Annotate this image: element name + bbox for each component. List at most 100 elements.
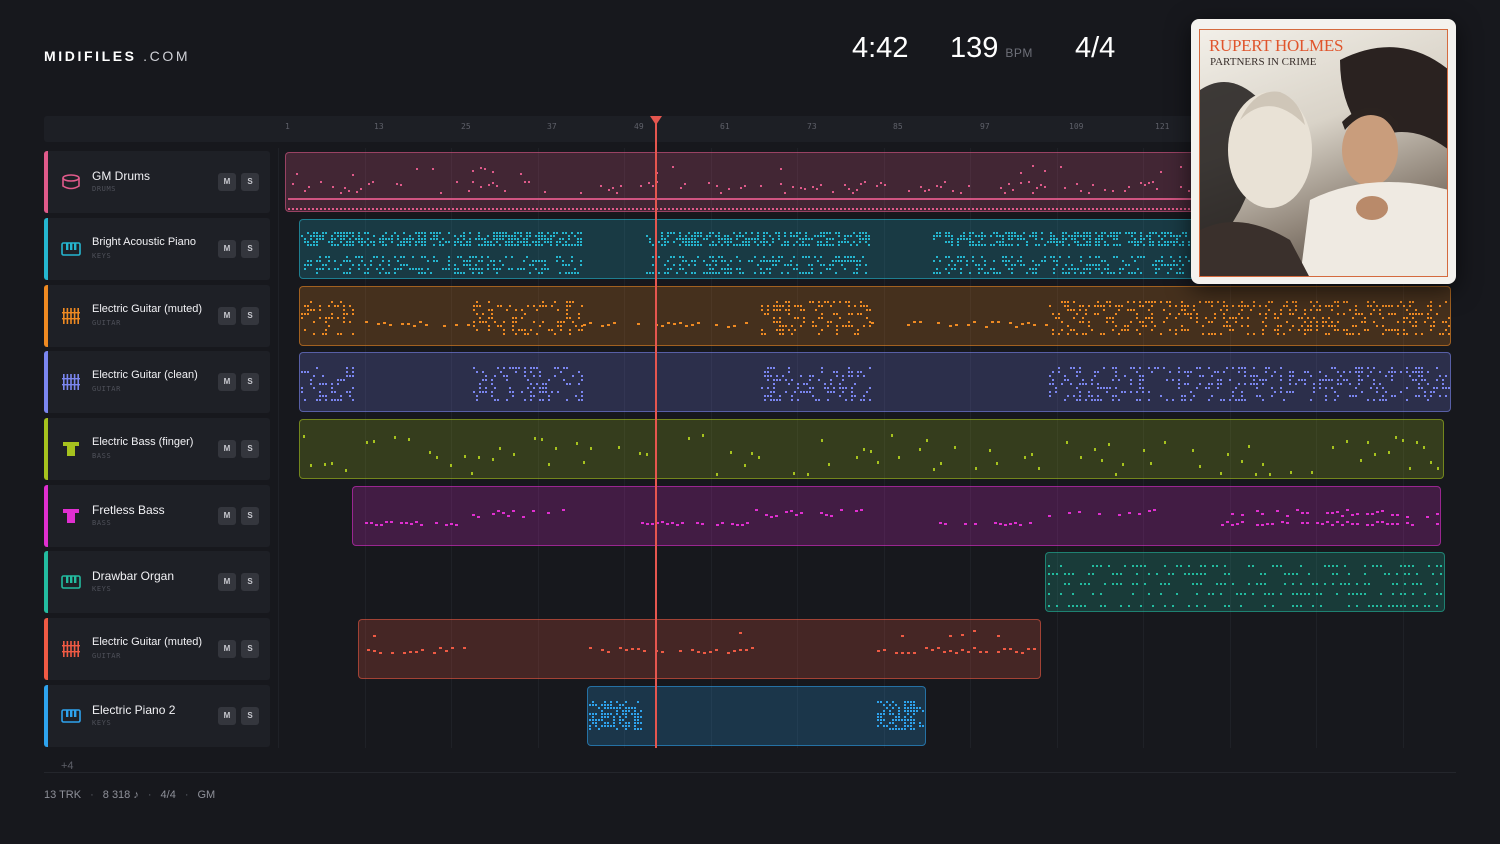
track-header[interactable]: Electric Piano 2 KEYS M S <box>44 685 270 747</box>
track-color-stripe <box>44 551 48 613</box>
footer-separator: · <box>184 789 189 801</box>
note-pattern <box>301 367 1450 401</box>
mute-button[interactable]: M <box>218 507 236 525</box>
piano-keys-icon <box>61 706 81 726</box>
note-pattern <box>303 434 1439 476</box>
tempo-unit: BPM <box>1005 46 1033 60</box>
track-header[interactable]: Fretless Bass BASS M S <box>44 485 270 547</box>
track-name: Electric Guitar (muted) <box>92 636 203 648</box>
note-pattern <box>589 701 924 730</box>
ruler-tick-label: 37 <box>547 122 557 131</box>
track-category: KEYS <box>92 585 112 593</box>
bar-grid-line <box>278 148 279 748</box>
solo-button[interactable]: S <box>241 507 259 525</box>
track-header[interactable]: Drawbar Organ KEYS M S <box>44 551 270 613</box>
album-title: PARTNERS IN CRIME <box>1210 56 1317 68</box>
track-category: BASS <box>92 519 112 527</box>
playhead-marker[interactable] <box>650 116 662 125</box>
note-pattern <box>1048 565 1442 607</box>
track-name: Electric Guitar (muted) <box>92 303 203 315</box>
ruler-tick-label: 13 <box>374 122 384 131</box>
album-cover: RUPERT HOLMES PARTNERS IN CRIME <box>1191 19 1456 284</box>
ruler-tick-label: 85 <box>893 122 903 131</box>
track-name: Electric Bass (finger) <box>92 436 194 448</box>
footer-divider <box>44 772 1456 773</box>
track-color-stripe <box>44 218 48 280</box>
track-name: Bright Acoustic Piano <box>92 236 196 248</box>
track-header[interactable]: Electric Guitar (muted) GUITAR M S <box>44 285 270 347</box>
tempo-value: 139 <box>950 32 999 64</box>
footer-separator: · <box>90 789 94 801</box>
midi-clip[interactable] <box>358 619 1041 679</box>
footer-stats: 13 TRK · 8 318 ♪ · 4/4 · GM <box>44 789 215 801</box>
footer-separator: · <box>147 789 152 801</box>
solo-button[interactable]: S <box>241 707 259 725</box>
ruler-tick-label: 73 <box>807 122 817 131</box>
track-color-stripe <box>44 285 48 347</box>
site-logo[interactable]: MIDIFILES .COM <box>44 48 190 64</box>
mute-button[interactable]: M <box>218 240 236 258</box>
track-category: BASS <box>92 452 112 460</box>
time-signature-display: 4/4 <box>1075 32 1116 64</box>
more-tracks-indicator[interactable]: +4 <box>61 760 74 772</box>
duration-display: 4:42 <box>852 32 909 64</box>
tempo-display: 139 BPM <box>950 32 1033 65</box>
track-name: Fretless Bass <box>92 503 165 517</box>
ruler-tick-label: 25 <box>461 122 471 131</box>
track-color-stripe <box>44 351 48 413</box>
album-artist: RUPERT HOLMES <box>1209 36 1344 55</box>
midi-clip[interactable] <box>299 352 1451 412</box>
playhead-line[interactable] <box>655 120 657 748</box>
drum-icon <box>61 172 81 192</box>
solo-button[interactable]: S <box>241 640 259 658</box>
footer-track-count: 13 TRK <box>44 789 82 801</box>
track-category: GUITAR <box>92 652 121 660</box>
track-category: DRUMS <box>92 185 117 193</box>
ruler-tick-label: 61 <box>720 122 730 131</box>
solo-button[interactable]: S <box>241 307 259 325</box>
track-category: GUITAR <box>92 319 121 327</box>
midi-clip[interactable] <box>587 686 926 746</box>
logo-brand: MIDIFILES <box>44 48 137 64</box>
track-category: KEYS <box>92 719 112 727</box>
guitar-grid-icon <box>61 639 81 659</box>
ruler-tick-label: 109 <box>1069 122 1084 131</box>
track-color-stripe <box>44 418 48 480</box>
mute-button[interactable]: M <box>218 307 236 325</box>
mute-button[interactable]: M <box>218 173 236 191</box>
bass-icon <box>61 506 81 526</box>
mute-button[interactable]: M <box>218 640 236 658</box>
solo-button[interactable]: S <box>241 240 259 258</box>
track-header[interactable]: GM Drums DRUMS M S <box>44 151 270 213</box>
footer-standard: GM <box>197 789 216 801</box>
track-header[interactable]: Bright Acoustic Piano KEYS M S <box>44 218 270 280</box>
mute-button[interactable]: M <box>218 373 236 391</box>
solo-button[interactable]: S <box>241 573 259 591</box>
logo-domain: .COM <box>143 48 191 64</box>
guitar-grid-icon <box>61 306 81 326</box>
album-art: RUPERT HOLMES PARTNERS IN CRIME <box>1199 29 1448 277</box>
mute-button[interactable]: M <box>218 573 236 591</box>
track-category: KEYS <box>92 252 112 260</box>
footer-note-count: 8 318 ♪ <box>102 789 139 801</box>
solo-button[interactable]: S <box>241 373 259 391</box>
mute-button[interactable]: M <box>218 707 236 725</box>
piano-keys-icon <box>61 239 81 259</box>
footer-meter: 4/4 <box>160 789 176 801</box>
track-header[interactable]: Electric Guitar (clean) GUITAR M S <box>44 351 270 413</box>
midi-clip[interactable] <box>352 486 1441 546</box>
track-name: Electric Guitar (clean) <box>92 369 198 381</box>
solo-button[interactable]: S <box>241 440 259 458</box>
track-header[interactable]: Electric Guitar (muted) GUITAR M S <box>44 618 270 680</box>
solo-button[interactable]: S <box>241 173 259 191</box>
track-name: Electric Piano 2 <box>92 703 176 717</box>
track-name: GM Drums <box>92 169 150 183</box>
midi-clip[interactable] <box>1045 552 1445 612</box>
track-color-stripe <box>44 151 48 213</box>
piano-keys-icon <box>61 572 81 592</box>
mute-button[interactable]: M <box>218 440 236 458</box>
midi-clip[interactable] <box>299 419 1444 479</box>
track-header[interactable]: Electric Bass (finger) BASS M S <box>44 418 270 480</box>
ruler-tick-label: 1 <box>285 122 290 131</box>
midi-clip[interactable] <box>299 286 1451 346</box>
